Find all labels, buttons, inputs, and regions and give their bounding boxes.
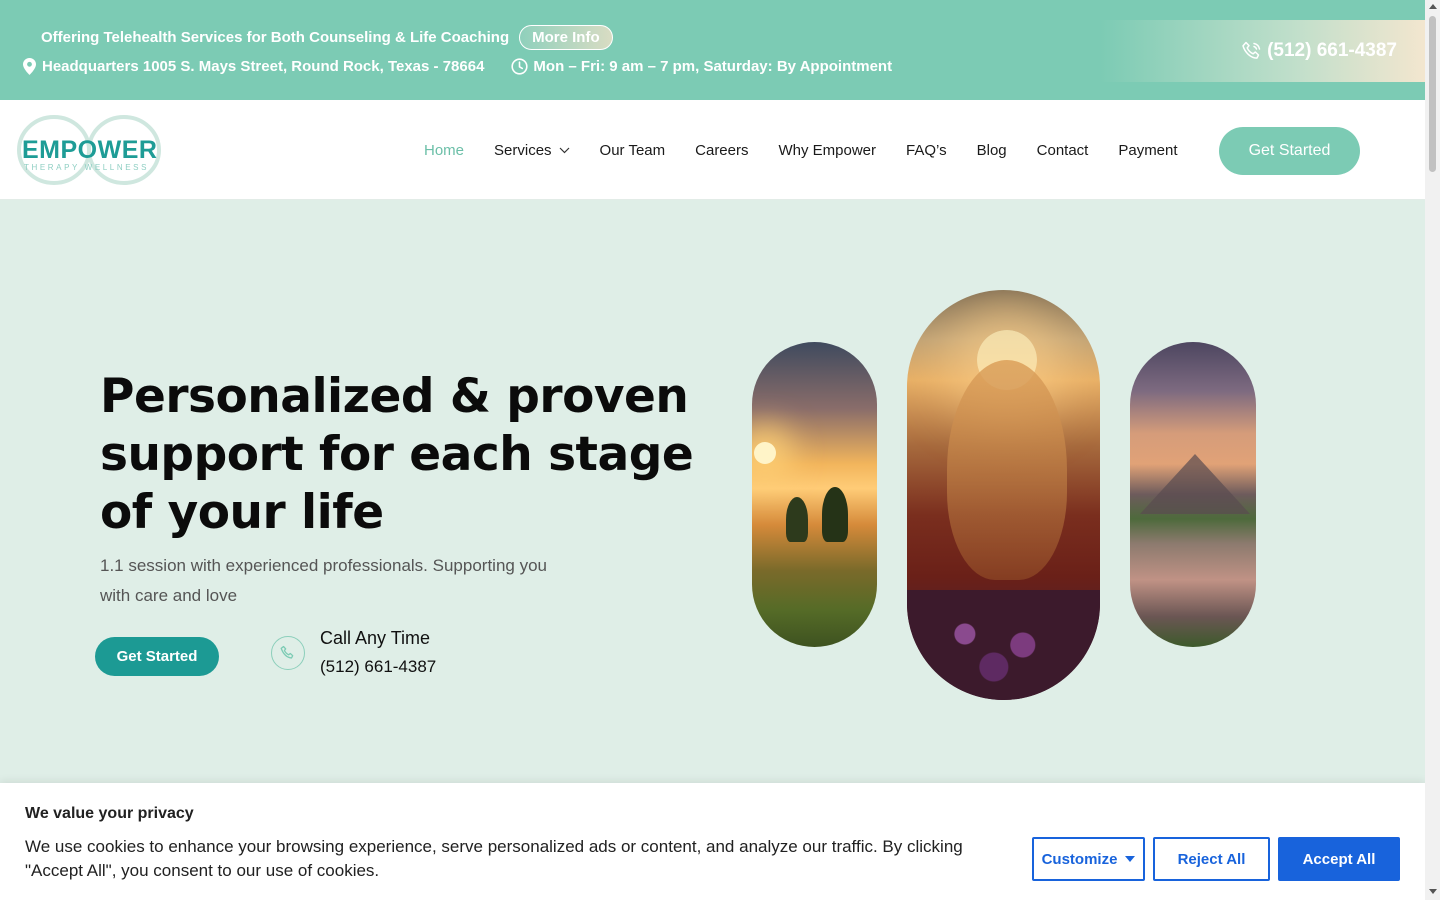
nav-home[interactable]: Home bbox=[424, 142, 464, 159]
top-phone-link[interactable]: (512) 661-4387 bbox=[1100, 20, 1425, 82]
scroll-up-arrow-icon[interactable] bbox=[1429, 4, 1437, 9]
site-header: EMPOWER THERAPY WELLNESS Home Services O… bbox=[0, 100, 1425, 200]
logo-subtext: THERAPY WELLNESS bbox=[24, 163, 150, 172]
nav-contact[interactable]: Contact bbox=[1037, 142, 1089, 159]
accept-all-button[interactable]: Accept All bbox=[1278, 837, 1400, 881]
contact-row: Headquarters 1005 S. Mays Street, Round … bbox=[22, 57, 892, 75]
nav-faqs[interactable]: FAQ’s bbox=[906, 142, 947, 159]
hero-subtitle: 1.1 session with experienced professiona… bbox=[100, 556, 547, 605]
nav-our-team[interactable]: Our Team bbox=[600, 142, 666, 159]
more-info-button[interactable]: More Info bbox=[519, 25, 613, 50]
reject-all-button[interactable]: Reject All bbox=[1153, 837, 1270, 881]
top-info-bar: Offering Telehealth Services for Both Co… bbox=[0, 0, 1425, 100]
scroll-down-arrow-icon[interactable] bbox=[1429, 889, 1437, 894]
caret-down-icon bbox=[1125, 856, 1136, 862]
chevron-down-icon bbox=[559, 147, 570, 154]
clock-icon bbox=[510, 57, 528, 75]
scroll-thumb[interactable] bbox=[1429, 16, 1436, 172]
hero-title: Personalized & proven support for each s… bbox=[100, 369, 694, 540]
mountain-lake-image bbox=[1130, 342, 1256, 647]
sunset-meadow-image bbox=[752, 342, 877, 647]
cookie-title: We value your privacy bbox=[25, 805, 194, 822]
phone-icon[interactable] bbox=[271, 636, 305, 670]
cookie-text: We use cookies to enhance your browsing … bbox=[25, 837, 963, 880]
telehealth-row: Offering Telehealth Services for Both Co… bbox=[41, 25, 613, 50]
hero-get-started-button[interactable]: Get Started bbox=[95, 637, 219, 676]
nav-services-label: Services bbox=[494, 141, 552, 159]
nav-why-empower[interactable]: Why Empower bbox=[779, 142, 877, 159]
page-scrollbar[interactable] bbox=[1425, 0, 1440, 900]
nav-services[interactable]: Services bbox=[494, 142, 570, 159]
nav-careers[interactable]: Careers bbox=[695, 142, 748, 159]
phone-call-icon bbox=[1241, 40, 1263, 62]
top-phone-number: (512) 661-4387 bbox=[1267, 40, 1397, 61]
main-nav: Home Services Our Team Careers Why Empow… bbox=[424, 100, 1208, 200]
customize-button[interactable]: Customize bbox=[1032, 837, 1145, 881]
address-text: Headquarters 1005 S. Mays Street, Round … bbox=[42, 57, 485, 75]
hours-text: Mon – Fri: 9 am – 7 pm, Saturday: By App… bbox=[533, 57, 893, 75]
header-get-started-button[interactable]: Get Started bbox=[1219, 127, 1360, 175]
hero-phone-number[interactable]: (512) 661-4387 bbox=[320, 657, 436, 677]
location-pin-icon bbox=[22, 57, 37, 75]
cookie-consent-banner: We value your privacy We use cookies to … bbox=[0, 783, 1425, 900]
nav-blog[interactable]: Blog bbox=[977, 142, 1007, 159]
woman-in-sunlight-image bbox=[907, 290, 1100, 700]
nav-payment[interactable]: Payment bbox=[1118, 142, 1177, 159]
empower-logo[interactable]: EMPOWER THERAPY WELLNESS bbox=[16, 114, 162, 186]
call-any-time-label: Call Any Time bbox=[320, 628, 431, 648]
customize-label: Customize bbox=[1041, 850, 1118, 868]
telehealth-text: Offering Telehealth Services for Both Co… bbox=[41, 29, 510, 46]
logo-wordmark: EMPOWER bbox=[22, 136, 158, 164]
